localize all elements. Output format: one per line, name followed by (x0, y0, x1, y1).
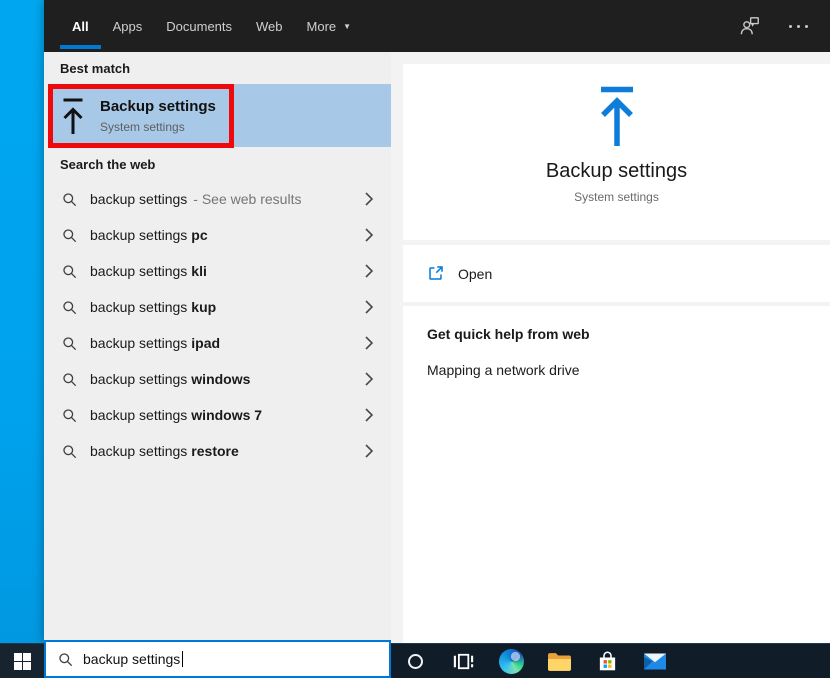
suggestion-text: backup settings (90, 299, 188, 315)
suggestion-text: backup settings (90, 191, 188, 207)
best-match-result[interactable]: Backup settings System settings (48, 84, 391, 147)
preview-subtitle: System settings (574, 190, 659, 204)
task-view-icon[interactable] (439, 644, 487, 678)
chevron-right-icon (365, 264, 373, 278)
search-icon (63, 300, 77, 314)
filter-tab-label: Apps (112, 18, 143, 34)
web-suggestions-list: backup settings - See web results backup… (44, 181, 391, 469)
open-action-row[interactable]: Open (403, 245, 830, 302)
suggestion-bold-text: windows (191, 371, 251, 387)
search-flyout: All Apps Documents Web More ▼ Best match… (44, 0, 830, 643)
open-external-icon (429, 266, 443, 280)
web-suggestion-row[interactable]: backup settings ipad (48, 325, 391, 361)
more-options-ellipsis-icon[interactable] (787, 19, 810, 34)
web-suggestion-row[interactable]: backup settings pc (48, 217, 391, 253)
search-icon (63, 372, 77, 386)
quick-help-card: Get quick help from web Mapping a networ… (403, 306, 830, 643)
search-icon (59, 652, 73, 666)
search-icon (63, 444, 77, 458)
filter-tab-label: All (72, 18, 89, 34)
tab-web[interactable]: Web (244, 0, 295, 52)
suggestion-text: backup settings (90, 227, 188, 243)
cortana-icon[interactable] (391, 644, 439, 678)
suggestion-bold-text: pc (191, 227, 208, 243)
start-button[interactable] (0, 644, 44, 678)
backup-arrow-icon (61, 97, 85, 135)
suggestion-bold-text: windows 7 (191, 407, 263, 423)
best-match-title: Backup settings (100, 98, 216, 115)
tab-all[interactable]: All (60, 0, 101, 52)
web-suggestion-row[interactable]: backup settings windows 7 (48, 397, 391, 433)
filter-tabs: All Apps Documents Web More ▼ (44, 0, 363, 52)
search-filter-bar: All Apps Documents Web More ▼ (44, 0, 830, 52)
file-explorer-icon[interactable] (535, 644, 583, 678)
chevron-down-icon: ▼ (343, 21, 352, 31)
search-web-section-label: Search the web (60, 157, 156, 172)
suggestion-bold-text: ipad (191, 335, 221, 351)
suggestion-bold-text: kup (191, 299, 217, 315)
tab-apps[interactable]: Apps (101, 0, 155, 52)
suggestion-bold-text: restore (191, 443, 239, 459)
filter-tab-label: Web (256, 18, 283, 34)
preview-hero-card: Backup settings System settings (403, 64, 830, 240)
results-panel: Best match Backup settings System settin… (44, 52, 391, 643)
backup-arrow-icon (600, 86, 633, 146)
web-suggestion-row[interactable]: backup settings kup (48, 289, 391, 325)
web-suggestion-row[interactable]: backup settings - See web results (48, 181, 391, 217)
taskbar: backup settings (0, 640, 830, 678)
chevron-right-icon (365, 372, 373, 386)
filter-tab-label: More (306, 18, 337, 34)
chevron-right-icon (365, 408, 373, 422)
microsoft-store-icon[interactable] (583, 644, 631, 678)
preview-panel: Backup settings System settings Open Get… (391, 52, 830, 643)
suggestion-text: backup settings (90, 443, 188, 459)
suggestion-text: backup settings (90, 371, 188, 387)
chevron-right-icon (365, 192, 373, 206)
search-results-body: Best match Backup settings System settin… (44, 52, 830, 643)
quick-help-header: Get quick help from web (427, 326, 590, 342)
suggestion-bold-text: kli (191, 263, 207, 279)
open-button-label: Open (458, 265, 493, 282)
text-cursor (182, 651, 184, 667)
search-icon (63, 336, 77, 350)
preview-title: Backup settings (545, 160, 688, 182)
chevron-right-icon (365, 444, 373, 458)
quick-help-link[interactable]: Mapping a network drive (427, 362, 806, 378)
chevron-right-icon (365, 228, 373, 242)
search-icon (63, 192, 77, 206)
suggestion-text: backup settings (90, 407, 188, 423)
search-icon (63, 408, 77, 422)
edge-icon[interactable] (487, 644, 535, 678)
suggestion-text: backup settings (90, 263, 188, 279)
best-match-subtitle: System settings (100, 120, 185, 134)
tab-documents[interactable]: Documents (154, 0, 244, 52)
suggestion-note: - See web results (193, 191, 302, 207)
filter-tab-label: Documents (166, 18, 233, 34)
search-icon (63, 264, 77, 278)
chevron-right-icon (365, 300, 373, 314)
feedback-user-icon[interactable] (739, 15, 761, 37)
web-suggestion-row[interactable]: backup settings restore (48, 433, 391, 469)
web-suggestion-row[interactable]: backup settings kli (48, 253, 391, 289)
windows-logo-icon (13, 652, 31, 670)
taskbar-search-value: backup settings (83, 651, 181, 667)
taskbar-icons (391, 644, 679, 678)
search-icon (63, 228, 77, 242)
taskbar-search-box[interactable]: backup settings (44, 640, 391, 678)
suggestion-text: backup settings (90, 335, 188, 351)
best-match-section-label: Best match (60, 61, 131, 76)
topbar-icons (739, 0, 830, 52)
chevron-right-icon (365, 336, 373, 350)
tab-more[interactable]: More ▼ (295, 0, 364, 52)
mail-icon[interactable] (631, 644, 679, 678)
web-suggestion-row[interactable]: backup settings windows (48, 361, 391, 397)
windows-desktop: All Apps Documents Web More ▼ Best match… (0, 0, 830, 678)
